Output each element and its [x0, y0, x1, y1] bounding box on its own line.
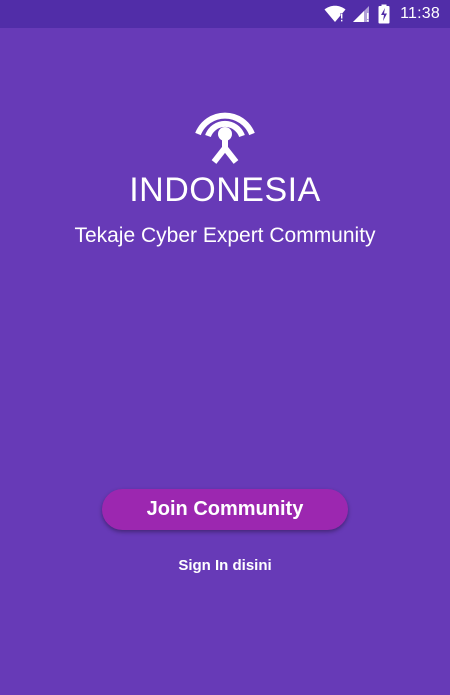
app-subtitle: Tekaje Cyber Expert Community	[74, 224, 376, 247]
sign-in-label: Sign In disini	[178, 557, 272, 574]
wifi-icon	[324, 4, 346, 24]
status-time: 11:38	[400, 5, 440, 22]
status-bar: 11:38	[0, 0, 450, 28]
battery-charging-icon	[378, 4, 390, 24]
cellular-signal-icon	[352, 4, 372, 24]
app-title: INDONESIA	[129, 171, 321, 209]
sign-in-link[interactable]: Sign In disini	[0, 556, 450, 576]
broadcast-antenna-icon	[190, 100, 260, 168]
join-community-button[interactable]: Join Community	[102, 489, 348, 530]
